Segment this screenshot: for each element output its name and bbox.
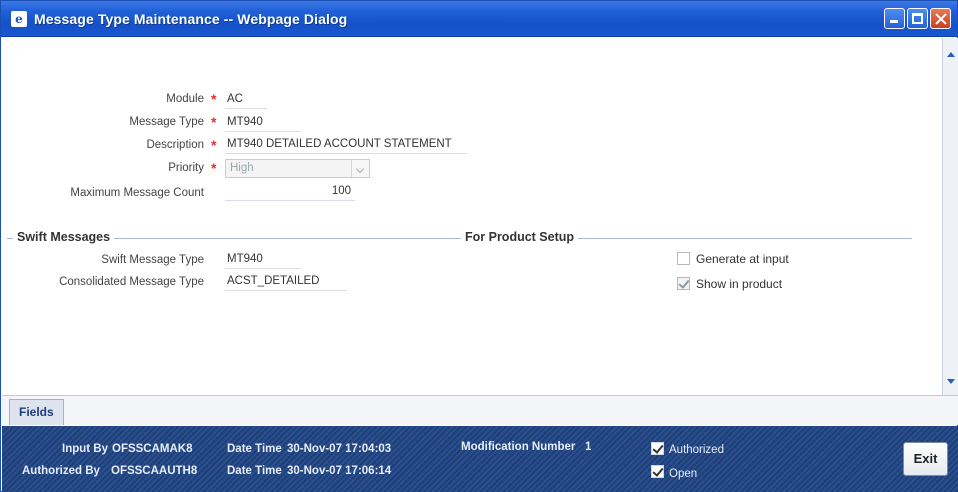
authorized-checkbox (651, 442, 664, 455)
title-bar[interactable]: e Message Type Maintenance -- Webpage Di… (1, 1, 957, 37)
open-label: Open (669, 468, 698, 480)
message-type-field[interactable]: MT940 (225, 114, 301, 132)
input-by-value: OFSSCAMAK8 (112, 443, 193, 455)
audit-footer: Input By OFSSCAMAK8 Date Time 30-Nov-07 … (2, 426, 958, 492)
message-type-required-marker: * (211, 114, 217, 130)
window-title: Message Type Maintenance -- Webpage Dial… (34, 11, 348, 27)
authorized-by-label: Authorized By (22, 465, 100, 477)
dialog-window: e Message Type Maintenance -- Webpage Di… (0, 0, 958, 492)
priority-selected-value: High (230, 162, 254, 174)
max-message-count-field[interactable]: 100 (225, 183, 355, 201)
module-required-marker: * (211, 91, 217, 107)
input-date-time-label: Date Time (227, 443, 282, 455)
form-content: Module * AC Message Type * MT940 Descrip… (2, 38, 942, 395)
scroll-up-icon[interactable] (944, 48, 958, 62)
priority-label: Priority (168, 162, 204, 174)
auth-date-time-label: Date Time (227, 465, 282, 477)
description-required-marker: * (211, 137, 217, 153)
section-divider (7, 238, 912, 239)
description-field[interactable]: MT940 DETAILED ACCOUNT STATEMENT (225, 136, 467, 154)
authorized-by-value: OFSSCAAUTH8 (111, 465, 198, 477)
consolidated-message-type-label: Consolidated Message Type (59, 276, 204, 288)
tab-bar: Fields (2, 395, 958, 425)
product-setup-heading: For Product Setup (461, 230, 579, 244)
browser-icon: e (11, 11, 27, 27)
modification-number-value: 1 (585, 441, 592, 453)
scroll-down-icon[interactable] (944, 374, 958, 388)
authorized-label: Authorized (669, 444, 724, 456)
message-type-label: Message Type (129, 116, 204, 128)
minimize-button[interactable] (884, 8, 905, 29)
tab-fields[interactable]: Fields (9, 399, 64, 425)
maximize-button[interactable] (907, 8, 928, 29)
input-date-time-value: 30-Nov-07 17:04:03 (287, 443, 392, 455)
swift-messages-heading: Swift Messages (13, 230, 115, 244)
input-by-label: Input By (62, 443, 108, 455)
consolidated-message-type-field[interactable]: ACST_DETAILED (225, 273, 347, 291)
description-label: Description (146, 139, 204, 151)
auth-date-time-value: 30-Nov-07 17:06:14 (287, 465, 392, 477)
swift-message-type-label: Swift Message Type (101, 254, 204, 266)
priority-required-marker: * (211, 160, 217, 176)
module-label: Module (166, 93, 204, 105)
show-in-product-checkbox[interactable] (677, 277, 690, 290)
open-checkbox (651, 465, 664, 478)
close-button[interactable] (930, 8, 951, 29)
modification-number-label: Modification Number (461, 441, 576, 453)
exit-button[interactable]: Exit (903, 442, 948, 476)
priority-select[interactable]: High (225, 159, 370, 178)
generate-at-input-label: Generate at input (696, 252, 789, 266)
swift-message-type-field[interactable]: MT940 (225, 251, 301, 269)
chevron-down-icon[interactable] (351, 160, 369, 177)
show-in-product-label: Show in product (696, 277, 783, 291)
vertical-scrollbar[interactable] (942, 38, 958, 395)
module-field[interactable]: AC (225, 91, 267, 109)
max-message-count-label: Maximum Message Count (70, 187, 204, 199)
generate-at-input-checkbox[interactable] (677, 252, 690, 265)
